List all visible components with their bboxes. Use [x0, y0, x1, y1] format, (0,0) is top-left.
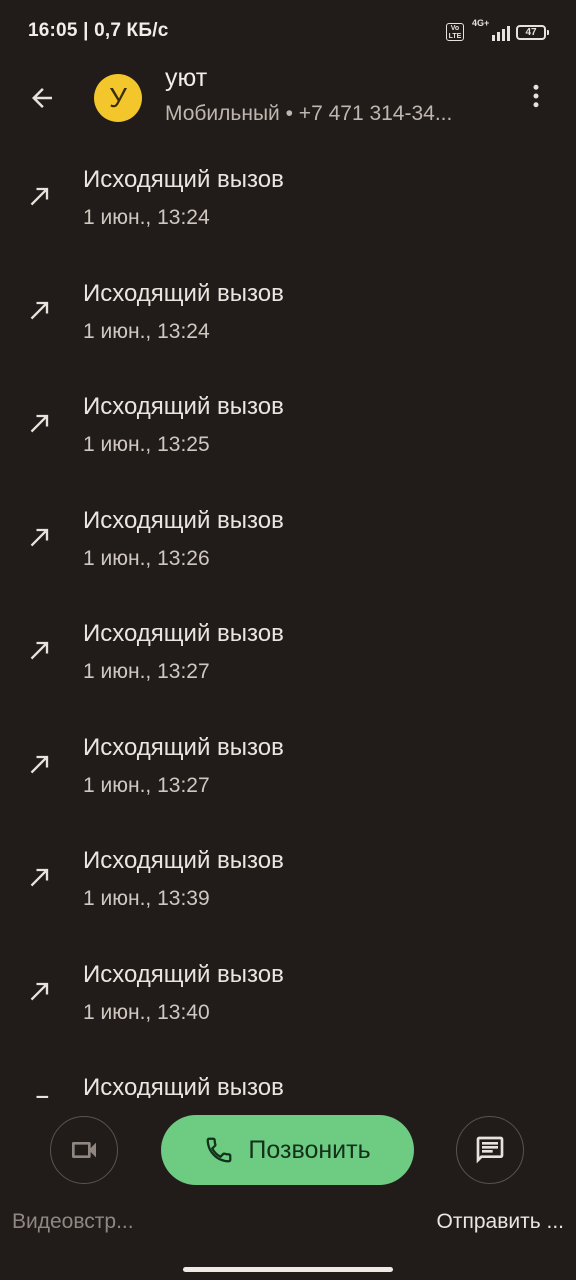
- avatar[interactable]: У: [94, 74, 142, 122]
- call-list-item[interactable]: Исходящий вызов 1 июн., 13:39: [0, 829, 576, 943]
- call-list-item[interactable]: Исходящий вызов 1 июн., 13:27: [0, 602, 576, 716]
- call-time: 1 июн., 13:27: [83, 773, 210, 797]
- call-time: 1 июн., 13:40: [83, 1000, 210, 1024]
- call-history-screen: 16:05 | 0,7 КБ/с Vo LTE 4G+ 47 У уют Моб…: [0, 0, 576, 1280]
- outgoing-call-icon: [30, 641, 49, 660]
- outgoing-call-icon: [30, 187, 49, 206]
- battery-level: 47: [525, 26, 537, 38]
- call-type: Исходящий вызов: [83, 960, 284, 988]
- send-message-label: Отправить ...: [436, 1210, 564, 1233]
- call-list-item[interactable]: Исходящий вызов 1 июн., 13:25: [0, 375, 576, 489]
- phone-icon: [207, 1137, 232, 1163]
- call-button[interactable]: Позвонить: [161, 1115, 414, 1185]
- call-list-item[interactable]: Исходящий вызов 1 июн., 13:24: [0, 262, 576, 376]
- signal-icon: 4G+: [470, 18, 510, 43]
- call-history-list[interactable]: Исходящий вызов 1 июн., 13:24 Исходящий …: [0, 148, 576, 1098]
- message-icon: [476, 1136, 504, 1164]
- video-call-button[interactable]: [50, 1116, 118, 1184]
- call-type: Исходящий вызов: [83, 166, 284, 193]
- call-time: 1 июн., 13:24: [83, 319, 210, 343]
- outgoing-call-icon: [30, 301, 49, 319]
- call-time: 1 июн., 13:25: [83, 433, 210, 456]
- call-list-item[interactable]: Исходящий вызов: [0, 1056, 576, 1098]
- status-time-speed: 16:05 | 0,7 КБ/с: [28, 20, 169, 41]
- contact-header: У уют Мобильный • +7 471 314-34...: [0, 64, 576, 144]
- outgoing-call-icon: [36, 1095, 49, 1098]
- call-list-item[interactable]: Исходящий вызов 1 июн., 13:24: [0, 148, 576, 262]
- call-type: Исходящий вызов: [83, 393, 284, 420]
- more-vertical-icon: [533, 84, 539, 108]
- call-type: Исходящий вызов: [83, 620, 284, 647]
- outgoing-call-icon: [30, 755, 49, 773]
- call-list-item[interactable]: Исходящий вызов 1 июн., 13:40: [0, 943, 576, 1057]
- outgoing-call-icon: [30, 528, 49, 546]
- send-message-button[interactable]: [456, 1116, 524, 1184]
- call-type: Исходящий вызов: [83, 847, 284, 874]
- contact-name: уют: [165, 64, 208, 92]
- bottom-action-bar: Позвонить Видеовстр... Отправить ...: [0, 1098, 576, 1280]
- volte-icon: Vo LTE: [446, 23, 464, 41]
- call-button-label: Позвонить: [248, 1135, 371, 1164]
- video-camera-icon: [72, 1142, 96, 1158]
- back-button[interactable]: [22, 78, 62, 118]
- contact-phone-info: Мобильный • +7 471 314-34...: [165, 102, 453, 125]
- call-time: 1 июн., 13:26: [83, 546, 210, 570]
- more-options-button[interactable]: [516, 76, 556, 116]
- battery-icon: 47: [516, 24, 549, 40]
- call-type: Исходящий вызов: [83, 279, 284, 307]
- arrow-back-icon: [32, 88, 52, 108]
- call-type: Исходящий вызов: [83, 506, 284, 534]
- call-list-item[interactable]: Исходящий вызов 1 июн., 13:27: [0, 716, 576, 830]
- video-call-label: Видеовстр...: [12, 1210, 134, 1233]
- call-time: 1 июн., 13:39: [83, 887, 210, 910]
- outgoing-call-icon: [30, 868, 49, 887]
- call-type: Исходящий вызов: [83, 733, 284, 761]
- call-list-item[interactable]: Исходящий вызов 1 июн., 13:26: [0, 489, 576, 603]
- outgoing-call-icon: [30, 982, 49, 1000]
- outgoing-call-icon: [30, 414, 49, 433]
- status-bar: 16:05 | 0,7 КБ/с Vo LTE 4G+ 47: [0, 0, 576, 64]
- call-time: 1 июн., 13:24: [83, 206, 210, 229]
- status-icons: Vo LTE 4G+ 47: [446, 18, 549, 44]
- network-type-label: 4G+: [472, 18, 490, 28]
- home-indicator[interactable]: [183, 1267, 393, 1272]
- call-type: Исходящий вызов: [83, 1074, 284, 1098]
- call-time: 1 июн., 13:27: [83, 660, 210, 683]
